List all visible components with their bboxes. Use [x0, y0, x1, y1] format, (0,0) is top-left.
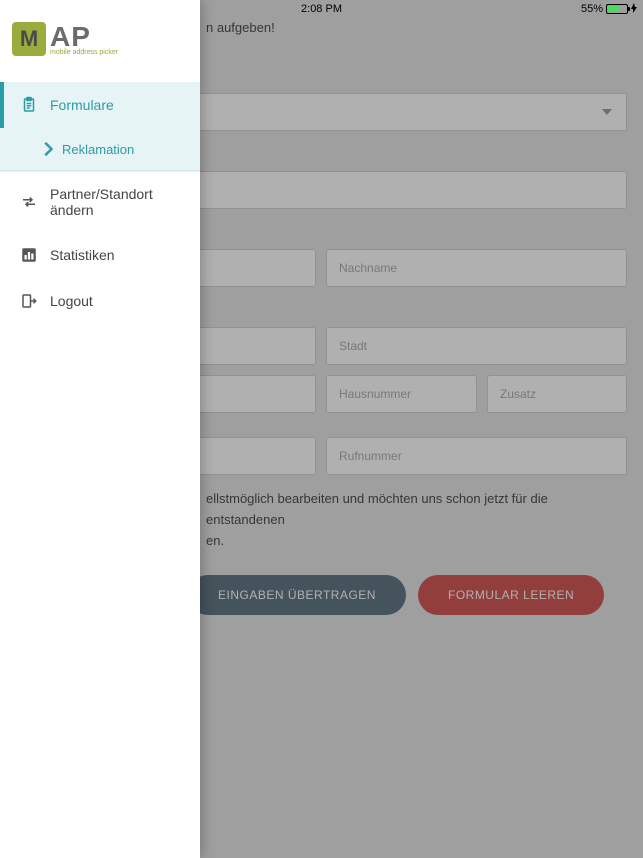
- sidebar-item-label: Logout: [50, 293, 93, 309]
- battery-icon: [606, 4, 628, 14]
- sidebar-item-statistiken[interactable]: Statistiken: [0, 232, 200, 278]
- chevron-right-icon: [44, 140, 54, 158]
- charging-icon: [631, 3, 637, 16]
- clipboard-icon: [20, 96, 38, 114]
- logo-subtitle: mobile address picker: [50, 49, 118, 56]
- swap-icon: [20, 193, 38, 211]
- logout-icon: [20, 292, 38, 310]
- sidebar-subitem-reklamation[interactable]: Reklamation: [0, 128, 200, 171]
- sidebar-item-label: Partner/Standort ändern: [50, 186, 184, 218]
- battery-percent: 55%: [581, 3, 603, 15]
- chart-icon: [20, 246, 38, 264]
- sidebar-item-label: Reklamation: [62, 142, 134, 157]
- sidebar-item-label: Formulare: [50, 97, 114, 113]
- sidebar-item-logout[interactable]: Logout: [0, 278, 200, 324]
- clock: 2:08 PM: [301, 3, 342, 15]
- app-logo: M AP mobile address picker: [0, 0, 200, 72]
- sidebar-item-label: Statistiken: [50, 247, 115, 263]
- sidebar-nav: Formulare Reklamation Partner/Standort ä…: [0, 82, 200, 324]
- sidebar-drawer: M AP mobile address picker Formulare Rek…: [0, 0, 200, 858]
- logo-text: AP: [50, 21, 91, 52]
- logo-badge: M: [12, 22, 46, 56]
- sidebar-item-partner[interactable]: Partner/Standort ändern: [0, 172, 200, 232]
- sidebar-item-formulare[interactable]: Formulare: [0, 82, 200, 128]
